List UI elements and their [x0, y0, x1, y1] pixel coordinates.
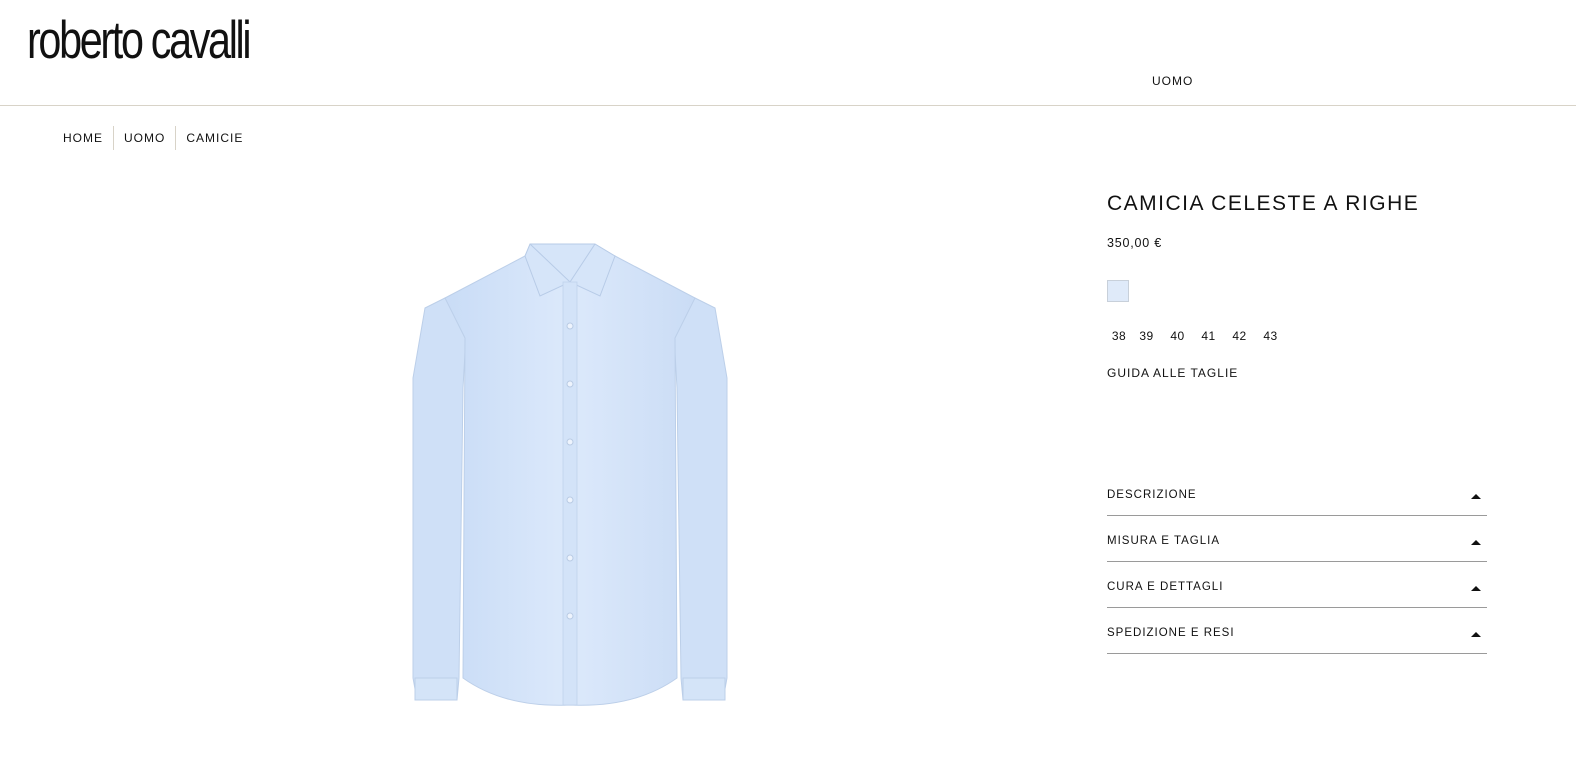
triangle-up-icon — [1471, 586, 1481, 591]
size-option-38[interactable]: 38 — [1107, 329, 1131, 343]
size-option-41[interactable]: 41 — [1193, 329, 1224, 343]
size-option-40[interactable]: 40 — [1162, 329, 1193, 343]
breadcrumb-camicie[interactable]: CAMICIE — [175, 126, 253, 150]
accordion-cura-e-dettagli[interactable]: CURA E DETTAGLI — [1107, 562, 1487, 608]
brand-logo[interactable]: roberto cavalli — [27, 14, 252, 67]
size-selector: 38 39 40 41 42 43 — [1107, 329, 1286, 343]
accordion-misura-e-taglia[interactable]: MISURA E TAGLIA — [1107, 516, 1487, 562]
accordion-spedizione-e-resi[interactable]: SPEDIZIONE E RESI — [1107, 608, 1487, 654]
size-option-42[interactable]: 42 — [1224, 329, 1255, 343]
accordion-label: CURA E DETTAGLI — [1107, 581, 1224, 593]
breadcrumb-uomo[interactable]: UOMO — [113, 126, 175, 150]
product-info-accordion: DESCRIZIONE MISURA E TAGLIA CURA E DETTA… — [1107, 473, 1487, 654]
accordion-label: MISURA E TAGLIA — [1107, 535, 1220, 547]
triangle-up-icon — [1471, 632, 1481, 637]
size-option-43[interactable]: 43 — [1255, 329, 1286, 343]
triangle-up-icon — [1471, 494, 1481, 499]
product-image[interactable] — [405, 238, 735, 708]
product-title: CAMICIA CELESTE A RIGHE — [1107, 192, 1420, 215]
product-price: 350,00 € — [1107, 236, 1163, 250]
size-option-39[interactable]: 39 — [1131, 329, 1162, 343]
accordion-label: SPEDIZIONE E RESI — [1107, 627, 1235, 639]
site-header: roberto cavalli UOMO — [0, 0, 1576, 106]
nav-item-uomo[interactable]: UOMO — [1152, 74, 1193, 88]
breadcrumb-home[interactable]: HOME — [63, 126, 113, 150]
accordion-label: DESCRIZIONE — [1107, 489, 1197, 501]
triangle-up-icon — [1471, 540, 1481, 545]
accordion-descrizione[interactable]: DESCRIZIONE — [1107, 473, 1487, 516]
shirt-illustration — [412, 243, 728, 706]
breadcrumb: HOME UOMO CAMICIE — [63, 126, 253, 150]
color-swatch[interactable] — [1107, 280, 1129, 302]
size-guide-link[interactable]: GUIDA ALLE TAGLIE — [1107, 366, 1238, 380]
